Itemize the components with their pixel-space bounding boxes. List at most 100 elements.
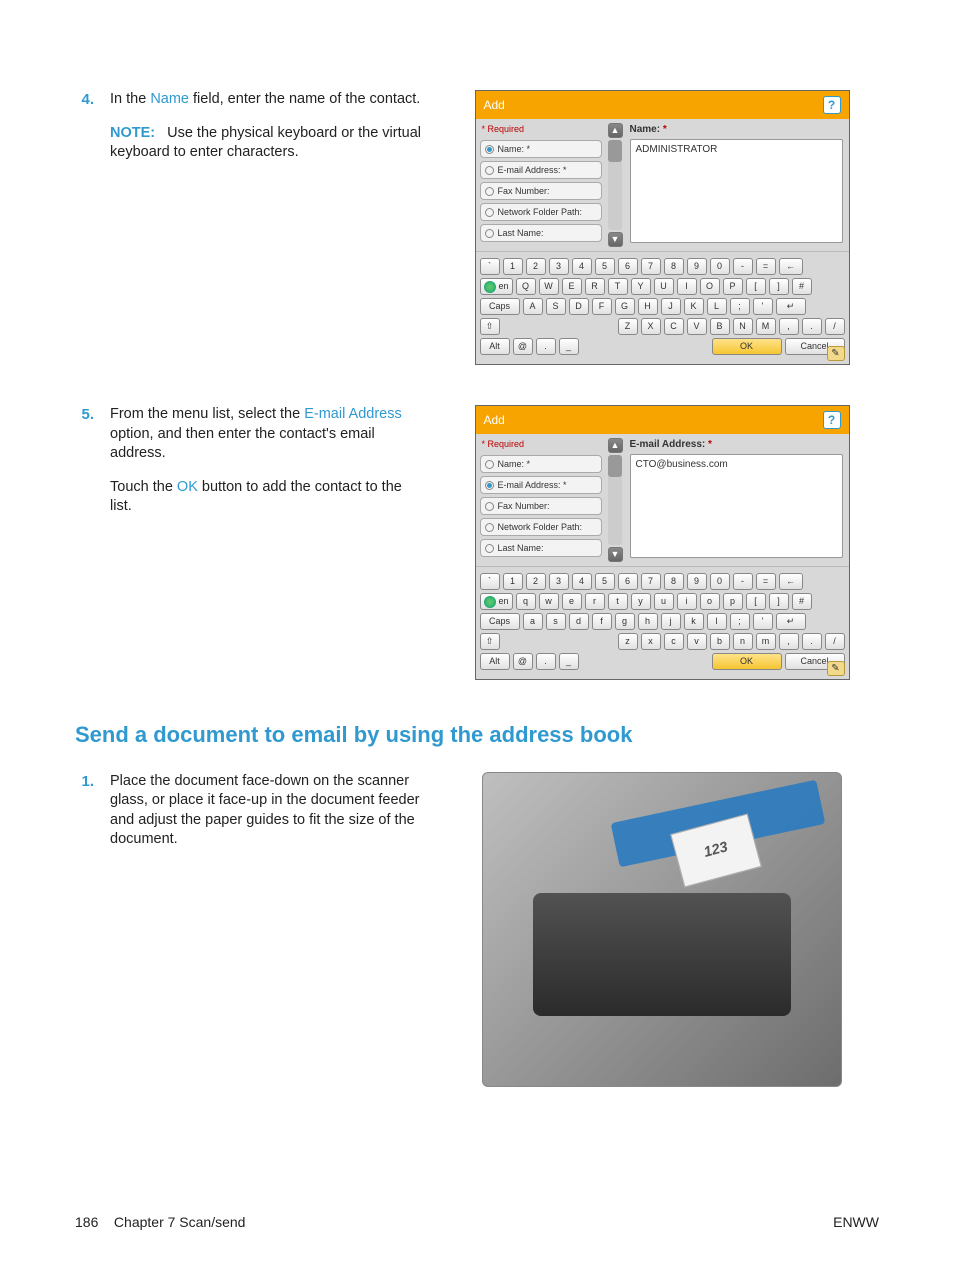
ok-button[interactable]: OK [712, 653, 782, 670]
key[interactable]: - [733, 573, 753, 590]
key[interactable]: , [779, 633, 799, 650]
key[interactable]: 2 [526, 573, 546, 590]
key[interactable]: z [618, 633, 638, 650]
option-name[interactable]: Name: * [480, 455, 602, 473]
key[interactable]: b [710, 633, 730, 650]
key[interactable]: E [562, 278, 582, 295]
alt-key[interactable]: Alt [480, 338, 510, 355]
key[interactable]: # [792, 278, 812, 295]
key[interactable]: j [661, 613, 681, 630]
scroll-down-icon[interactable]: ▼ [608, 547, 623, 562]
key[interactable]: m [756, 633, 776, 650]
key[interactable]: Z [618, 318, 638, 335]
key[interactable]: 7 [641, 573, 661, 590]
key[interactable]: H [638, 298, 658, 315]
key[interactable]: 8 [664, 573, 684, 590]
key[interactable]: Y [631, 278, 651, 295]
key[interactable]: ' [753, 613, 773, 630]
edit-icon[interactable]: ✎ [827, 661, 845, 676]
key[interactable]: - [733, 258, 753, 275]
key[interactable]: 3 [549, 258, 569, 275]
key[interactable]: o [700, 593, 720, 610]
key[interactable]: s [546, 613, 566, 630]
option-folder[interactable]: Network Folder Path: [480, 203, 602, 221]
key[interactable]: 2 [526, 258, 546, 275]
key[interactable]: = [756, 258, 776, 275]
key[interactable]: I [677, 278, 697, 295]
enter-key[interactable]: ↵ [776, 298, 806, 315]
key[interactable]: F [592, 298, 612, 315]
key[interactable]: ] [769, 278, 789, 295]
key[interactable]: N [733, 318, 753, 335]
key[interactable]: @ [513, 338, 533, 355]
key[interactable]: ; [730, 613, 750, 630]
key[interactable]: B [710, 318, 730, 335]
option-name[interactable]: Name: * [480, 140, 602, 158]
key[interactable]: 5 [595, 258, 615, 275]
key[interactable]: W [539, 278, 559, 295]
key[interactable]: ` [480, 573, 500, 590]
key[interactable]: [ [746, 278, 766, 295]
key[interactable]: v [687, 633, 707, 650]
key[interactable]: . [536, 653, 556, 670]
key[interactable]: P [723, 278, 743, 295]
key[interactable]: g [615, 613, 635, 630]
key[interactable]: @ [513, 653, 533, 670]
key[interactable]: t [608, 593, 628, 610]
key[interactable]: 1 [503, 573, 523, 590]
caps-key[interactable]: Caps [480, 298, 520, 315]
key[interactable]: e [562, 593, 582, 610]
scroll-up-icon[interactable]: ▲ [608, 438, 623, 453]
help-icon[interactable]: ? [823, 411, 841, 429]
key[interactable]: V [687, 318, 707, 335]
key[interactable]: Q [516, 278, 536, 295]
key[interactable]: D [569, 298, 589, 315]
lang-key[interactable]: en [480, 278, 513, 295]
key[interactable]: S [546, 298, 566, 315]
key[interactable]: i [677, 593, 697, 610]
key[interactable]: 6 [618, 573, 638, 590]
key[interactable]: M [756, 318, 776, 335]
key[interactable]: . [536, 338, 556, 355]
option-fax[interactable]: Fax Number: [480, 497, 602, 515]
scrollbar[interactable] [608, 455, 622, 545]
email-input[interactable]: CTO@business.com [630, 454, 843, 558]
key[interactable]: c [664, 633, 684, 650]
key[interactable]: r [585, 593, 605, 610]
key[interactable]: C [664, 318, 684, 335]
key[interactable]: 4 [572, 573, 592, 590]
key[interactable]: [ [746, 593, 766, 610]
key[interactable]: l [707, 613, 727, 630]
scrollbar[interactable] [608, 140, 622, 230]
key[interactable]: a [523, 613, 543, 630]
key[interactable]: n [733, 633, 753, 650]
option-folder[interactable]: Network Folder Path: [480, 518, 602, 536]
key[interactable]: p [723, 593, 743, 610]
shift-key[interactable]: ⇧ [480, 318, 500, 335]
key[interactable]: T [608, 278, 628, 295]
key[interactable]: X [641, 318, 661, 335]
option-email[interactable]: E-mail Address: * [480, 161, 602, 179]
key[interactable]: h [638, 613, 658, 630]
key[interactable]: / [825, 633, 845, 650]
key[interactable]: 0 [710, 573, 730, 590]
key[interactable]: / [825, 318, 845, 335]
key[interactable]: 1 [503, 258, 523, 275]
caps-key[interactable]: Caps [480, 613, 520, 630]
key[interactable]: d [569, 613, 589, 630]
key[interactable]: 9 [687, 573, 707, 590]
key[interactable]: L [707, 298, 727, 315]
key[interactable]: k [684, 613, 704, 630]
key[interactable]: x [641, 633, 661, 650]
key[interactable]: 5 [595, 573, 615, 590]
option-email[interactable]: E-mail Address: * [480, 476, 602, 494]
key[interactable]: 7 [641, 258, 661, 275]
key[interactable]: 8 [664, 258, 684, 275]
key[interactable]: f [592, 613, 612, 630]
key[interactable]: U [654, 278, 674, 295]
key[interactable]: ] [769, 593, 789, 610]
key[interactable]: ; [730, 298, 750, 315]
key[interactable]: # [792, 593, 812, 610]
key[interactable]: q [516, 593, 536, 610]
key[interactable]: _ [559, 653, 579, 670]
